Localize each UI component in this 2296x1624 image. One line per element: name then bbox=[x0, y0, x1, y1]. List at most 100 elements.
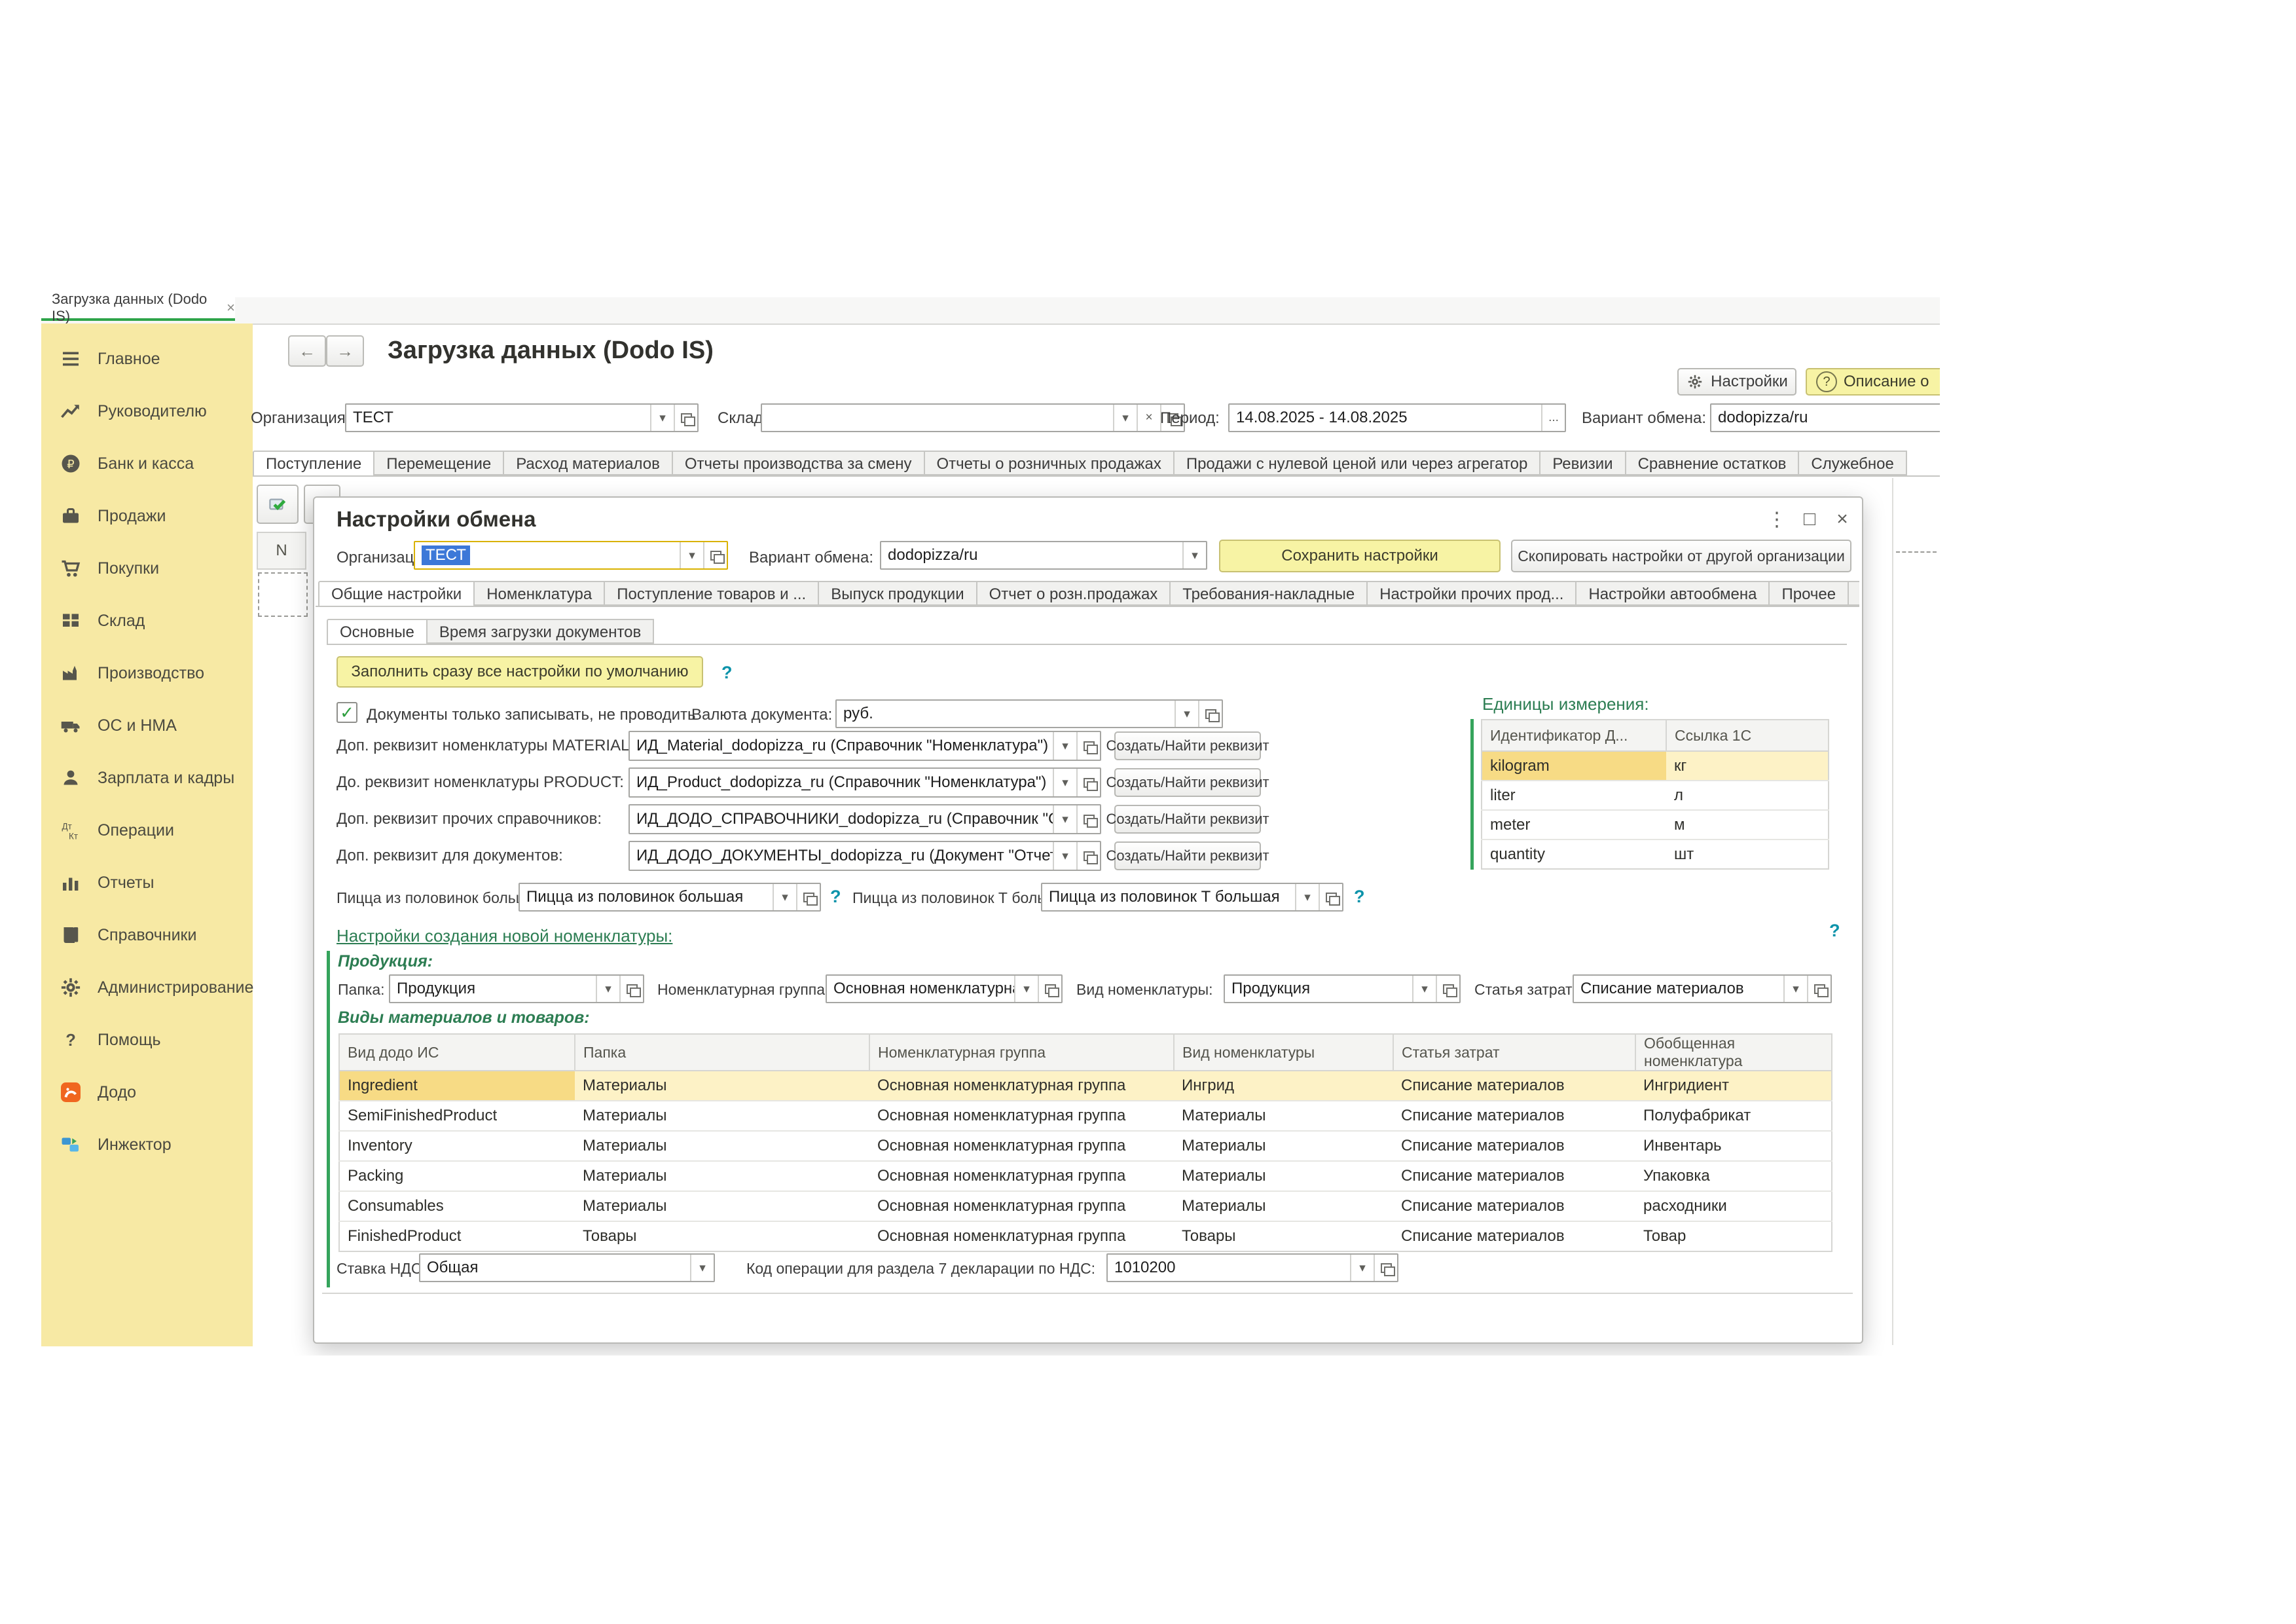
materials-cell[interactable]: Товар bbox=[1635, 1221, 1832, 1251]
choose-icon[interactable] bbox=[1319, 884, 1342, 910]
section-help-icon[interactable]: ? bbox=[1829, 921, 1840, 941]
materials-cell[interactable]: Основная номенклатурная группа bbox=[869, 1131, 1174, 1161]
materials-cell[interactable]: Материалы bbox=[1174, 1161, 1393, 1191]
tab-Продажи с нулевой ценой или через агрегатор[interactable]: Продажи с нулевой ценой или через агрега… bbox=[1175, 451, 1540, 475]
create-find-attribute-button[interactable]: Создать/Найти реквизит bbox=[1114, 768, 1261, 797]
materials-row[interactable]: PackingМатериалыОсновная номенклатурная … bbox=[339, 1161, 1832, 1191]
units-row[interactable]: meterм bbox=[1482, 810, 1829, 840]
dropdown-icon[interactable]: ▾ bbox=[1053, 732, 1076, 760]
materials-cell[interactable]: Списание материалов bbox=[1393, 1071, 1635, 1101]
tab-Перемещение[interactable]: Перемещение bbox=[374, 451, 504, 475]
materials-cell[interactable]: Consumables bbox=[339, 1191, 575, 1221]
clear-icon[interactable]: × bbox=[1137, 405, 1160, 431]
sidebar-item-menu[interactable]: Главное bbox=[41, 333, 253, 385]
materials-cell[interactable]: Упаковка bbox=[1635, 1161, 1832, 1191]
materials-cell[interactable]: Inventory bbox=[339, 1131, 575, 1161]
dropdown-icon[interactable]: ▾ bbox=[1113, 405, 1137, 431]
sidebar-item-dodo[interactable]: Додо bbox=[41, 1066, 253, 1118]
units-cell[interactable]: liter bbox=[1482, 781, 1666, 810]
units-cell[interactable]: м bbox=[1666, 810, 1829, 840]
materials-cell[interactable]: Ингридиент bbox=[1635, 1071, 1832, 1101]
dropdown-icon[interactable]: ▾ bbox=[650, 405, 674, 431]
fill-defaults-button[interactable]: Заполнить сразу все настройки по умолчан… bbox=[337, 656, 703, 688]
units-cell[interactable]: meter bbox=[1482, 810, 1666, 840]
fill-defaults-help-icon[interactable]: ? bbox=[721, 663, 733, 683]
dropdown-icon[interactable]: ▾ bbox=[1295, 884, 1319, 910]
tab-Выпуск продукции[interactable]: Выпуск продукции bbox=[819, 581, 977, 606]
sidebar-item-briefcase[interactable]: Продажи bbox=[41, 490, 253, 542]
sidebar-item-gear[interactable]: Администрирование bbox=[41, 961, 253, 1014]
pizza-large-select[interactable]: Пицца из половинок большая▾ bbox=[519, 883, 821, 912]
materials-cell[interactable]: Материалы bbox=[575, 1131, 869, 1161]
choose-icon[interactable] bbox=[703, 542, 727, 568]
copy-settings-button[interactable]: Скопировать настройки от другой организа… bbox=[1511, 540, 1851, 572]
attribute-value-select[interactable]: ИД_Product_dodopizza_ru (Справочник "Ном… bbox=[629, 767, 1101, 798]
sidebar-item-operations[interactable]: ДтКтОперации bbox=[41, 804, 253, 857]
sidebar-item-ruble[interactable]: ₽Банк и касса bbox=[41, 437, 253, 490]
units-cell[interactable]: л bbox=[1666, 781, 1829, 810]
pizza-t-large-select[interactable]: Пицца из половинок Т большая▾ bbox=[1041, 883, 1343, 912]
sidebar-item-person[interactable]: Зарплата и кадры bbox=[41, 752, 253, 804]
materials-row[interactable]: ConsumablesМатериалыОсновная номенклатур… bbox=[339, 1191, 1832, 1221]
choose-icon[interactable] bbox=[1374, 1255, 1397, 1281]
tab-Отчеты производства за смену[interactable]: Отчеты производства за смену bbox=[673, 451, 925, 475]
tab-Настройка сверки с бан...[interactable]: Настройка сверки с бан... bbox=[1849, 581, 1859, 606]
write-only-checkbox[interactable]: ✓ bbox=[337, 702, 357, 723]
materials-cell[interactable]: Основная номенклатурная группа bbox=[869, 1191, 1174, 1221]
new-nomenclature-link[interactable]: Настройки создания новой номенклатуры: bbox=[337, 926, 672, 946]
sidebar-item-chart[interactable]: Отчеты bbox=[41, 857, 253, 909]
materials-row[interactable]: SemiFinishedProductМатериалыОсновная ном… bbox=[339, 1101, 1832, 1131]
cost-item-select[interactable]: Списание материалов▾ bbox=[1573, 974, 1832, 1003]
tab-Основные[interactable]: Основные bbox=[327, 619, 428, 645]
dialog-variant-select[interactable]: dodopizza/ru▾ bbox=[880, 541, 1207, 570]
materials-row[interactable]: InventoryМатериалыОсновная номенклатурна… bbox=[339, 1131, 1832, 1161]
more-button[interactable]: ... bbox=[1541, 405, 1565, 431]
units-row[interactable]: literл bbox=[1482, 781, 1829, 810]
materials-cell[interactable]: Материалы bbox=[1174, 1191, 1393, 1221]
tab-Сравнение остатков[interactable]: Сравнение остатков bbox=[1626, 451, 1800, 475]
dropdown-icon[interactable]: ▾ bbox=[1783, 976, 1807, 1002]
tab-Расход материалов[interactable]: Расход материалов bbox=[504, 451, 673, 475]
tab-Поступление[interactable]: Поступление bbox=[253, 451, 374, 477]
back-button[interactable]: ← bbox=[288, 335, 326, 367]
materials-cell[interactable]: Инвентарь bbox=[1635, 1131, 1832, 1161]
tab-Настройки прочих прод...[interactable]: Настройки прочих прод... bbox=[1368, 581, 1576, 606]
dropdown-icon[interactable]: ▾ bbox=[1053, 805, 1076, 833]
create-find-attribute-button[interactable]: Создать/Найти реквизит bbox=[1114, 805, 1261, 834]
materials-cell[interactable]: Основная номенклатурная группа bbox=[869, 1101, 1174, 1131]
units-row[interactable]: kilogramкг bbox=[1482, 751, 1829, 781]
settings-button[interactable]: Настройки bbox=[1677, 368, 1796, 396]
materials-cell[interactable]: расходники bbox=[1635, 1191, 1832, 1221]
load-data-button[interactable] bbox=[257, 485, 299, 524]
units-cell[interactable]: quantity bbox=[1482, 840, 1666, 869]
save-settings-button[interactable]: Сохранить настройки bbox=[1219, 540, 1501, 572]
period-input[interactable]: 14.08.2025 - 14.08.2025... bbox=[1228, 403, 1566, 432]
units-row[interactable]: quantityшт bbox=[1482, 840, 1829, 869]
window-tab-active[interactable]: Загрузка данных (Dodo IS) × bbox=[41, 297, 235, 321]
materials-cell[interactable]: Товары bbox=[1174, 1221, 1393, 1251]
materials-cell[interactable]: Ingredient bbox=[339, 1071, 575, 1101]
choose-icon[interactable] bbox=[1076, 842, 1100, 870]
choose-icon[interactable] bbox=[1038, 976, 1061, 1002]
materials-row[interactable]: IngredientМатериалыОсновная номенклатурн… bbox=[339, 1071, 1832, 1101]
tab-Отчет о розн.продажах[interactable]: Отчет о розн.продажах bbox=[977, 581, 1171, 606]
nomenclature-kind-select[interactable]: Продукция▾ bbox=[1224, 974, 1461, 1003]
tab-Номенклатура[interactable]: Номенклатура bbox=[475, 581, 605, 606]
close-tab-icon[interactable]: × bbox=[227, 299, 235, 316]
dropdown-icon[interactable]: ▾ bbox=[1175, 701, 1198, 727]
choose-icon[interactable] bbox=[1076, 732, 1100, 760]
units-cell[interactable]: kilogram bbox=[1482, 751, 1666, 781]
maximize-icon[interactable]: □ bbox=[1796, 508, 1823, 530]
empty-list-row[interactable] bbox=[258, 572, 308, 617]
materials-cell[interactable]: Списание материалов bbox=[1393, 1221, 1635, 1251]
choose-icon[interactable] bbox=[1076, 769, 1100, 796]
materials-cell[interactable]: Списание материалов bbox=[1393, 1101, 1635, 1131]
attribute-value-select[interactable]: ИД_Material_dodopizza_ru (Справочник "Но… bbox=[629, 731, 1101, 761]
units-cell[interactable]: шт bbox=[1666, 840, 1829, 869]
tab-Ревизии[interactable]: Ревизии bbox=[1540, 451, 1626, 475]
organization-select[interactable]: ТЕСТ▾ bbox=[345, 403, 699, 432]
dropdown-icon[interactable]: ▾ bbox=[1053, 769, 1076, 796]
choose-icon[interactable] bbox=[1436, 976, 1459, 1002]
materials-cell[interactable]: Материалы bbox=[575, 1191, 869, 1221]
materials-cell[interactable]: Списание материалов bbox=[1393, 1161, 1635, 1191]
